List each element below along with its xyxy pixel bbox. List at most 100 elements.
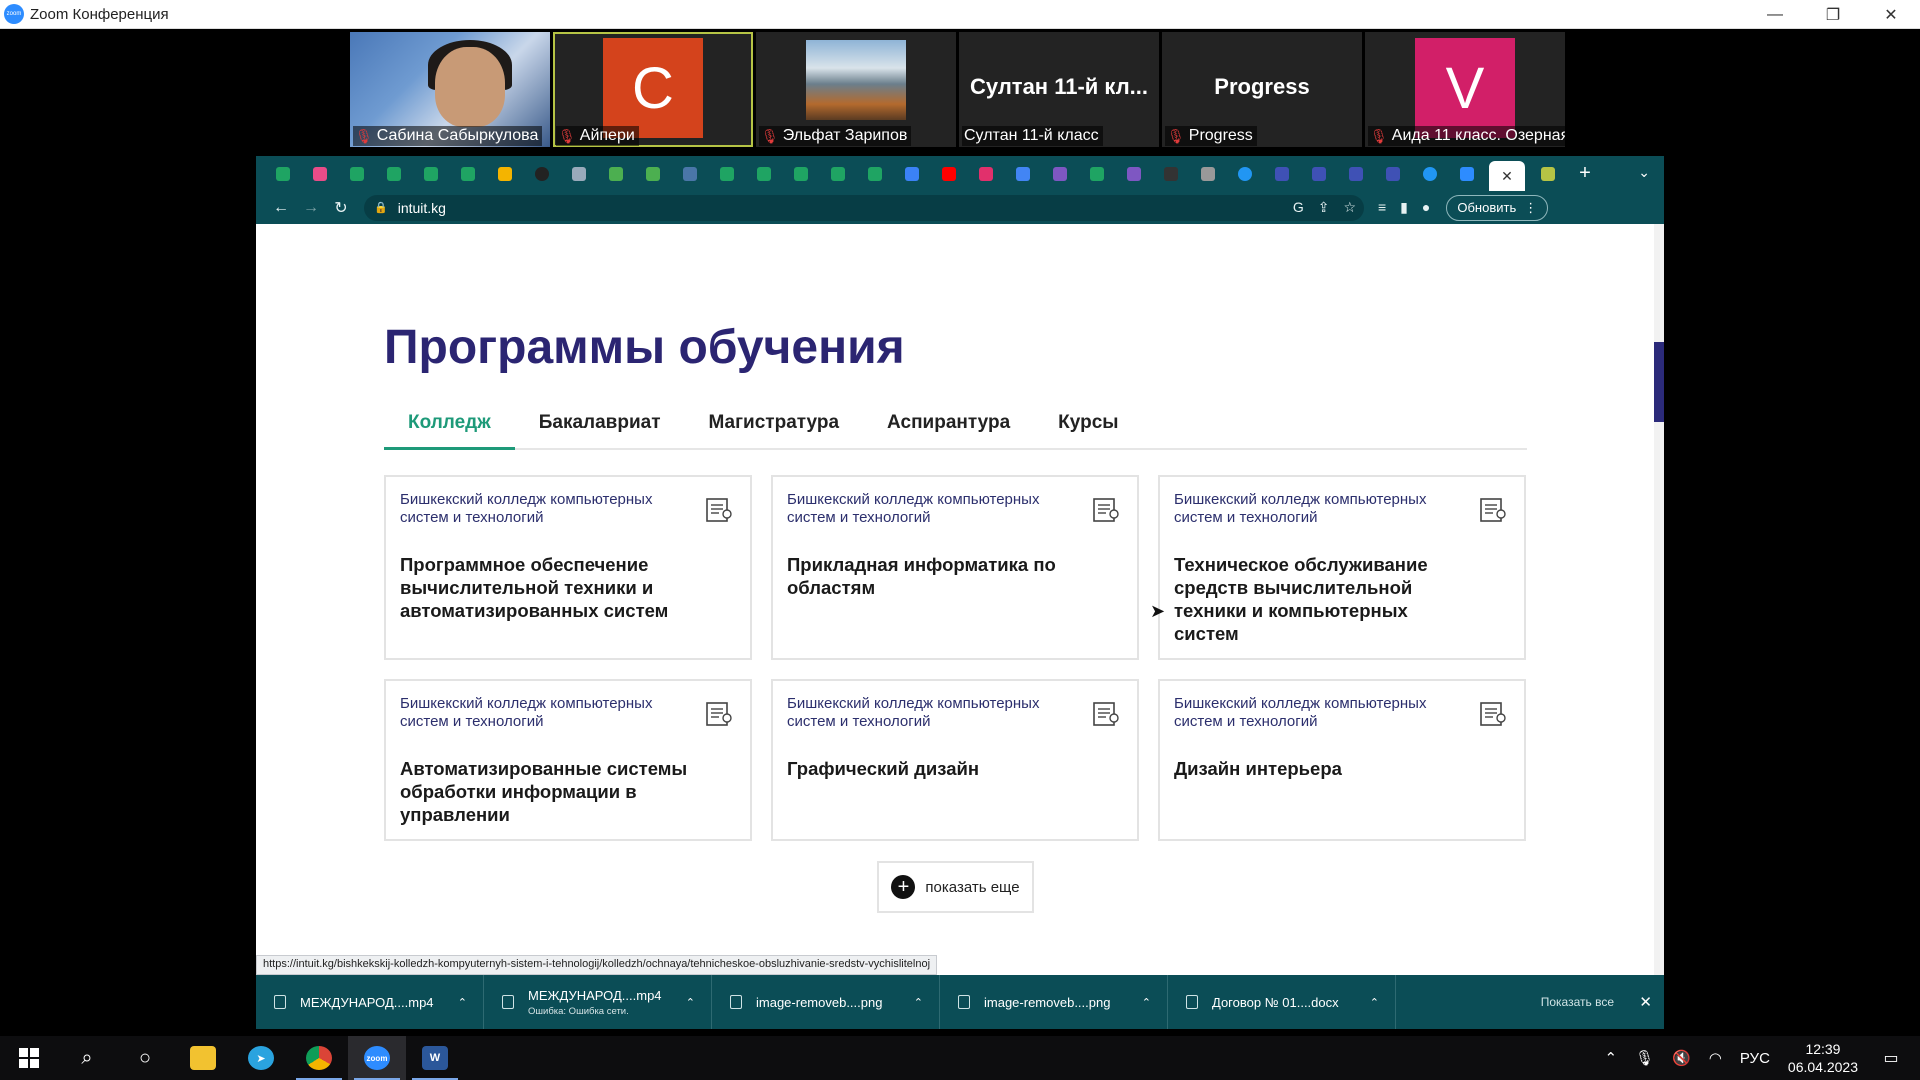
tab-docs-icon[interactable] bbox=[1008, 161, 1037, 187]
side-panel-icon[interactable]: ▮ bbox=[1400, 199, 1408, 216]
tab-sheets-icon[interactable] bbox=[268, 161, 297, 187]
tray-expand-icon[interactable]: ⌃ bbox=[1604, 1049, 1617, 1067]
chevron-up-icon[interactable]: ⌃ bbox=[686, 996, 695, 1009]
program-card[interactable]: Бишкекский колледж компьютерных систем и… bbox=[384, 679, 752, 841]
microphone-icon[interactable]: 🎙 bbox=[1635, 1049, 1654, 1067]
language-indicator[interactable]: РУС bbox=[1740, 1050, 1770, 1067]
participant-tile[interactable]: V 🎙 Аида 11 класс. Озерная bbox=[1365, 32, 1565, 147]
tab-vk-icon[interactable] bbox=[675, 161, 704, 187]
tab-app-icon[interactable] bbox=[1378, 161, 1407, 187]
tab-bachelor[interactable]: Бакалавриат bbox=[515, 404, 685, 450]
download-item[interactable]: МЕЖДУНАРОД....mp4 Ошибка: Ошибка сети. ⌃ bbox=[484, 975, 712, 1029]
program-card[interactable]: Бишкекский колледж компьютерных систем и… bbox=[1158, 679, 1526, 841]
download-item[interactable]: image-removeb....png ⌃ bbox=[712, 975, 940, 1029]
minimize-button[interactable]: — bbox=[1746, 0, 1804, 29]
tab-college[interactable]: Колледж bbox=[384, 404, 515, 450]
tab-app-icon[interactable] bbox=[527, 161, 556, 187]
new-tab-button[interactable]: + bbox=[1570, 162, 1600, 185]
program-card[interactable]: Бишкекский колледж компьютерных систем и… bbox=[1158, 475, 1526, 660]
restore-button[interactable]: ❐ bbox=[1804, 0, 1862, 29]
show-more-button[interactable]: + показать еще bbox=[877, 861, 1034, 913]
chevron-up-icon[interactable]: ⌃ bbox=[1370, 996, 1379, 1009]
tab-sheets-icon[interactable] bbox=[823, 161, 852, 187]
tab-sheets-icon[interactable] bbox=[453, 161, 482, 187]
clock[interactable]: 12:39 06.04.2023 bbox=[1788, 1040, 1858, 1076]
tab-app-icon[interactable] bbox=[897, 161, 926, 187]
tab-app-icon[interactable] bbox=[638, 161, 667, 187]
participant-tile[interactable]: C 🎙 Айпери bbox=[553, 32, 753, 147]
tab-app-icon[interactable] bbox=[1230, 161, 1259, 187]
reload-icon[interactable]: ↻ bbox=[326, 198, 356, 218]
tab-instagram-icon[interactable] bbox=[971, 161, 1000, 187]
participant-tile[interactable]: 🎙 Сабина Сабыркулова bbox=[350, 32, 550, 147]
file-explorer-icon[interactable] bbox=[174, 1036, 232, 1080]
profile-avatar-icon[interactable]: ● bbox=[1422, 199, 1430, 216]
update-button[interactable]: Обновить ⋮ bbox=[1446, 194, 1549, 221]
tab-sheets-icon[interactable] bbox=[379, 161, 408, 187]
tab-sheets-icon[interactable] bbox=[712, 161, 741, 187]
tab-app-icon[interactable] bbox=[1156, 161, 1185, 187]
tab-app-icon[interactable] bbox=[601, 161, 630, 187]
url-input[interactable]: 🔒 intuit.kg G ⇪ ☆ bbox=[364, 194, 1364, 221]
close-icon[interactable]: ✕ bbox=[1639, 993, 1652, 1011]
windows-start-icon[interactable] bbox=[0, 1036, 58, 1080]
tab-courses[interactable]: Курсы bbox=[1034, 404, 1142, 450]
tab-app-icon[interactable] bbox=[564, 161, 593, 187]
tab-app-icon[interactable] bbox=[1193, 161, 1222, 187]
tab-drive-icon[interactable] bbox=[490, 161, 519, 187]
tab-forms-icon[interactable] bbox=[1045, 161, 1074, 187]
participant-tile[interactable]: Султан 11-й кл... Султан 11-й класс bbox=[959, 32, 1159, 147]
tab-sheets-icon[interactable] bbox=[860, 161, 889, 187]
page-scrollbar[interactable] bbox=[1654, 224, 1664, 1029]
chevron-up-icon[interactable]: ⌃ bbox=[1142, 996, 1151, 1009]
wifi-icon[interactable]: ◠ bbox=[1709, 1049, 1722, 1067]
show-all-downloads-link[interactable]: Показать все bbox=[1541, 995, 1614, 1009]
share-icon[interactable]: ⇪ bbox=[1318, 199, 1330, 216]
participant-tile[interactable]: 🎙 Эльфат Зарипов bbox=[756, 32, 956, 147]
program-card[interactable]: Бишкекский колледж компьютерных систем и… bbox=[771, 475, 1139, 660]
kebab-menu-icon[interactable]: ⋮ bbox=[1524, 200, 1537, 216]
tab-forms-icon[interactable] bbox=[1119, 161, 1148, 187]
back-arrow-icon[interactable]: ← bbox=[266, 199, 296, 217]
tab-sheets-icon[interactable] bbox=[1082, 161, 1111, 187]
tab-master[interactable]: Магистратура bbox=[685, 404, 864, 450]
tab-app-icon[interactable] bbox=[305, 161, 334, 187]
program-card[interactable]: Бишкекский колледж компьютерных систем и… bbox=[771, 679, 1139, 841]
scrollbar-thumb[interactable] bbox=[1654, 342, 1664, 422]
download-item[interactable]: Договор № 01....docx ⌃ bbox=[1168, 975, 1396, 1029]
program-card[interactable]: Бишкекский колледж компьютерных систем и… bbox=[384, 475, 752, 660]
reading-list-icon[interactable]: ≡ bbox=[1378, 199, 1386, 216]
notifications-icon[interactable]: ▭ bbox=[1876, 1048, 1906, 1068]
participant-tile[interactable]: Progress 🎙 Progress bbox=[1162, 32, 1362, 147]
download-item[interactable]: image-removeb....png ⌃ bbox=[940, 975, 1168, 1029]
tab-close-icon[interactable]: ✕ bbox=[1501, 168, 1513, 185]
telegram-icon[interactable]: ➤ bbox=[232, 1036, 290, 1080]
download-item[interactable]: МЕЖДУНАРОД....mp4 ⌃ bbox=[256, 975, 484, 1029]
search-icon[interactable]: ⌕ bbox=[58, 1036, 116, 1080]
google-icon[interactable]: G bbox=[1293, 199, 1304, 216]
chevron-up-icon[interactable]: ⌃ bbox=[458, 996, 467, 1009]
tab-app-icon[interactable] bbox=[1267, 161, 1296, 187]
zoom-app-icon[interactable]: zoom bbox=[348, 1036, 406, 1080]
tab-sheets-icon[interactable] bbox=[416, 161, 445, 187]
forward-arrow-icon[interactable]: → bbox=[296, 199, 326, 217]
star-icon[interactable]: ☆ bbox=[1343, 199, 1356, 216]
tab-sheets-icon[interactable] bbox=[749, 161, 778, 187]
close-button[interactable]: ✕ bbox=[1862, 0, 1920, 29]
volume-muted-icon[interactable]: 🔇 bbox=[1672, 1049, 1691, 1067]
tab-app-icon[interactable] bbox=[1415, 161, 1444, 187]
tab-zoom-icon[interactable] bbox=[1452, 161, 1481, 187]
tab-sheets-icon[interactable] bbox=[342, 161, 371, 187]
tab-app-icon[interactable] bbox=[1341, 161, 1370, 187]
word-icon[interactable]: W bbox=[406, 1036, 464, 1080]
tab-app-icon[interactable] bbox=[1304, 161, 1333, 187]
chrome-icon[interactable] bbox=[290, 1036, 348, 1080]
tab-youtube-icon[interactable] bbox=[934, 161, 963, 187]
tab-postgraduate[interactable]: Аспирантура bbox=[863, 404, 1034, 450]
chevron-up-icon[interactable]: ⌃ bbox=[914, 996, 923, 1009]
tab-sheets-icon[interactable] bbox=[786, 161, 815, 187]
cortana-icon[interactable]: ○ bbox=[116, 1036, 174, 1080]
tab-app-icon[interactable] bbox=[1533, 161, 1562, 187]
tab-search-button[interactable]: ⌄ bbox=[1638, 164, 1650, 181]
active-tab[interactable]: ✕ bbox=[1489, 161, 1525, 191]
